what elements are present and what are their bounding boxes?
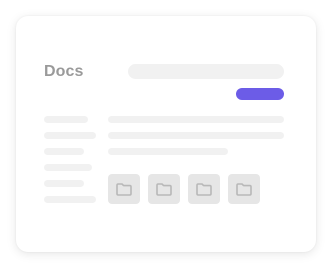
sidebar-item[interactable] xyxy=(44,196,96,203)
folder-tile[interactable] xyxy=(228,174,260,204)
folder-tile[interactable] xyxy=(188,174,220,204)
folder-tile[interactable] xyxy=(108,174,140,204)
content-line xyxy=(108,116,284,123)
sidebar-item[interactable] xyxy=(44,164,92,171)
sidebar-item[interactable] xyxy=(44,148,84,155)
folder-icon xyxy=(116,182,132,196)
content-line xyxy=(108,148,228,155)
docs-card: Docs xyxy=(16,16,316,252)
folder-icon xyxy=(196,182,212,196)
sidebar-item[interactable] xyxy=(44,180,84,187)
sidebar-item[interactable] xyxy=(44,116,88,123)
folder-tile[interactable] xyxy=(148,174,180,204)
page-title: Docs xyxy=(44,63,84,80)
search-input[interactable] xyxy=(128,64,284,79)
folder-icon xyxy=(156,182,172,196)
folder-icon xyxy=(236,182,252,196)
content-line xyxy=(108,132,284,139)
sidebar-item[interactable] xyxy=(44,132,96,139)
primary-action-button[interactable] xyxy=(236,88,284,100)
